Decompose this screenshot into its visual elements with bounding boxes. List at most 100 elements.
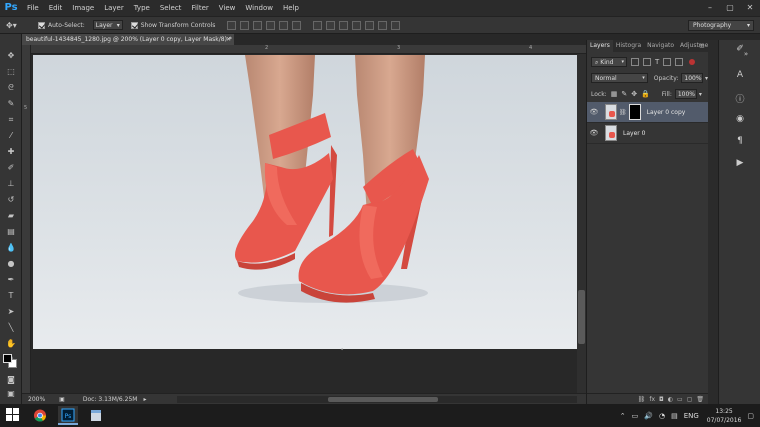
auto-select-checkbox[interactable]: Auto-Select: (38, 21, 85, 29)
new-group-icon[interactable]: ▭ (677, 396, 683, 403)
marquee-tool-icon[interactable]: ⬚ (4, 66, 18, 78)
notifications-icon[interactable]: ▤ (671, 412, 678, 420)
document-canvas[interactable] (33, 55, 577, 349)
healing-brush-tool-icon[interactable]: ✚ (4, 146, 18, 158)
info-panel-icon[interactable]: ⓘ (733, 92, 747, 105)
swatches-panel-icon[interactable]: ◉ (733, 114, 747, 126)
minimize-icon[interactable]: – (700, 0, 720, 16)
clone-stamp-tool-icon[interactable]: ⊥ (4, 178, 18, 190)
canvas-area[interactable]: ⬩ (31, 54, 577, 393)
align-vcenter-icon[interactable] (240, 20, 250, 30)
move-tool-preset-icon[interactable]: ✥▾ (6, 18, 30, 32)
filter-pixel-icon[interactable] (631, 58, 639, 66)
eyedropper-tool-icon[interactable]: ⁄ (4, 130, 18, 142)
horizontal-scroll-thumb[interactable] (328, 397, 438, 402)
distribute-vcenter-icon[interactable] (326, 20, 336, 30)
lock-all-icon[interactable]: 🔒 (641, 90, 650, 98)
layer-row-layer-0[interactable]: 👁 Layer 0 (587, 123, 708, 144)
foreground-color-swatch[interactable] (3, 354, 12, 363)
align-right-icon[interactable] (292, 20, 302, 30)
chrome-icon[interactable] (30, 406, 50, 425)
workspace-dropdown[interactable]: Photography (688, 20, 754, 31)
layer-name[interactable]: Layer 0 copy (647, 109, 686, 116)
horizontal-scrollbar[interactable] (177, 396, 577, 403)
vertical-scroll-thumb[interactable] (578, 290, 585, 344)
filter-smart-object-icon[interactable] (675, 58, 684, 66)
eraser-tool-icon[interactable]: ▰ (4, 210, 18, 222)
language-indicator[interactable]: ENG (684, 412, 699, 420)
menu-file[interactable]: File (22, 4, 44, 12)
distribute-hcenter-icon[interactable] (365, 20, 375, 30)
distribute-left-icon[interactable] (352, 20, 362, 30)
lasso-tool-icon[interactable]: ᘓ (4, 82, 18, 94)
align-bottom-icon[interactable] (253, 20, 263, 30)
distribute-bottom-icon[interactable] (339, 20, 349, 30)
menu-edit[interactable]: Edit (44, 4, 68, 12)
link-layers-icon[interactable]: ⛓ (638, 396, 646, 403)
paragraph-panel-icon[interactable]: ¶ (733, 136, 747, 148)
action-center-icon[interactable]: ▢ (747, 412, 754, 420)
history-brush-tool-icon[interactable]: ↺ (4, 194, 18, 206)
filter-adjustment-icon[interactable] (643, 58, 651, 66)
menu-image[interactable]: Image (67, 4, 99, 12)
wifi-icon[interactable]: ◔ (659, 412, 665, 420)
menu-layer[interactable]: Layer (99, 4, 129, 12)
line-tool-icon[interactable]: ╲ (4, 322, 18, 334)
menu-select[interactable]: Select (155, 4, 187, 12)
tab-navigator[interactable]: Navigato (644, 40, 677, 52)
quick-select-tool-icon[interactable]: ✎ (4, 98, 18, 110)
layer-mask-thumbnail[interactable] (628, 104, 641, 120)
layer-thumbnail[interactable] (605, 104, 617, 120)
status-share-icon[interactable]: ▣ (59, 396, 65, 403)
canvas-resize-handle-icon[interactable]: ⬩ (341, 346, 343, 354)
visibility-eye-icon[interactable]: 👁 (587, 129, 601, 137)
move-tool-icon[interactable]: ✥ (4, 50, 18, 62)
blend-mode-dropdown[interactable]: Normal (591, 73, 648, 83)
file-explorer-icon[interactable] (86, 406, 106, 425)
zoom-level[interactable]: 200% (28, 396, 45, 403)
menu-help[interactable]: Help (278, 4, 304, 12)
layer-style-icon[interactable]: fx (649, 396, 655, 403)
distribute-top-icon[interactable] (313, 20, 323, 30)
lock-position-icon[interactable]: ✥ (631, 90, 637, 98)
menu-view[interactable]: View (214, 4, 241, 12)
menu-filter[interactable]: Filter (186, 4, 213, 12)
hand-tool-icon[interactable]: ✋ (4, 338, 18, 350)
blur-tool-icon[interactable]: 💧 (4, 242, 18, 254)
taskbar-clock[interactable]: 13:25 07/07/2016 (707, 407, 742, 425)
align-hcenter-icon[interactable] (279, 20, 289, 30)
maximize-icon[interactable]: ▢ (720, 0, 740, 16)
add-mask-icon[interactable]: ◘ (659, 396, 664, 403)
opacity-field[interactable]: 100% (681, 73, 703, 83)
collapse-dock-icon[interactable]: » (739, 50, 753, 62)
filter-shape-icon[interactable] (663, 58, 672, 66)
close-tab-icon[interactable]: ✕ (226, 34, 231, 45)
photoshop-taskbar-icon[interactable]: Ps (58, 406, 78, 425)
filter-type-icon[interactable]: T (655, 58, 659, 66)
status-arrow-icon[interactable]: ▸ (143, 396, 146, 403)
tray-expand-icon[interactable]: ⌃ (620, 412, 626, 420)
tab-adjustments[interactable]: Adjustme (677, 40, 711, 52)
show-transform-checkbox[interactable]: Show Transform Controls (130, 21, 215, 29)
auto-align-icon[interactable] (391, 20, 401, 30)
menu-window[interactable]: Window (240, 4, 278, 12)
network-icon[interactable]: ▭ (632, 412, 639, 420)
actions-panel-icon[interactable]: ▶ (733, 158, 747, 170)
tab-histogram[interactable]: Histogra (613, 40, 644, 52)
close-icon[interactable]: ✕ (740, 0, 760, 16)
distribute-right-icon[interactable] (378, 20, 388, 30)
panel-menu-icon[interactable]: ≡ (699, 40, 705, 52)
lock-image-icon[interactable]: ✎ (621, 90, 627, 98)
fill-field[interactable]: 100% (674, 89, 697, 99)
quick-mask-icon[interactable]: ◙ (4, 374, 18, 386)
windows-start-icon[interactable] (6, 408, 20, 422)
layer-row-layer-0-copy[interactable]: 👁 ⛓ Layer 0 copy (587, 102, 708, 123)
layer-name[interactable]: Layer 0 (623, 130, 645, 137)
mask-link-icon[interactable]: ⛓ (619, 109, 627, 116)
screen-mode-icon[interactable]: ▣ (4, 388, 18, 400)
tab-layers[interactable]: Layers (587, 40, 613, 52)
brush-tool-icon[interactable]: ✐ (4, 162, 18, 174)
document-tab[interactable]: beautiful-1434845_1280.jpg @ 200% (Layer… (22, 34, 234, 45)
fill-slider-icon[interactable]: ▾ (699, 91, 702, 98)
volume-icon[interactable]: 🔊 (644, 412, 653, 420)
